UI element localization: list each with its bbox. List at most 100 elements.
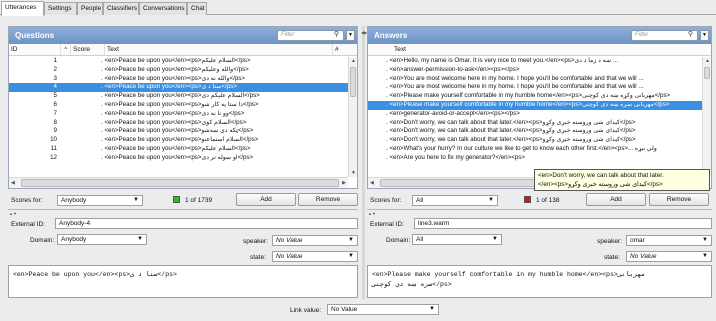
answers-text-line-2: سره ښه دی کوچنی</ps> [372, 281, 452, 288]
table-row[interactable]: . <en>Don't worry, we can talk about tha… [368, 136, 702, 145]
table-row[interactable]: . <en>You are most welcome here in my ho… [368, 75, 702, 84]
table-row[interactable]: 3 . <en>Peace be upon you</en><ps>والله ن… [9, 75, 348, 84]
questions-speaker-label: speaker: [243, 238, 268, 245]
scroll-up-arrow[interactable]: ▲ [705, 58, 710, 64]
questions-add-button[interactable]: Add [236, 193, 296, 206]
questions-speaker-select[interactable]: No Value ▼ [272, 235, 358, 246]
answers-external-id-field[interactable]: line3.warm [414, 218, 712, 229]
questions-domain-select[interactable]: Anybody ▼ [57, 234, 147, 245]
table-row[interactable]: 1 . <en>Peace be upon you</en><ps>السلام … [9, 57, 348, 66]
answers-domain-value: All [416, 236, 424, 243]
table-row[interactable]: . <en>Please make yourself comfortable i… [368, 92, 702, 101]
row-id: 3 [53, 74, 57, 82]
row-id: 8 [53, 118, 57, 126]
pane-splitter[interactable] [362, 26, 365, 299]
questions-text-value: <en>Peace be upon you</en><ps>ستا د ی</p… [13, 271, 177, 278]
questions-state-value: No Value [276, 253, 303, 260]
table-row[interactable]: . <en>Don't worry, we can talk about tha… [368, 119, 702, 128]
questions-vertical-scrollbar[interactable]: ▲ ▼ [348, 57, 357, 177]
table-row[interactable]: 6 . <en>Peace be upon you</en><ps>دا ستا … [9, 101, 348, 110]
scroll-left-arrow[interactable]: ◀ [370, 180, 374, 186]
table-row[interactable]: 11 . <en>Peace be upon you</en><ps>السلام… [9, 145, 348, 154]
chevron-down-icon[interactable]: ▼ [346, 30, 355, 41]
column-score[interactable]: Score [71, 44, 105, 55]
column-sort[interactable]: ⌃ [61, 44, 71, 55]
tab-settings[interactable]: Settings [44, 2, 77, 15]
row-text: . <en>Peace be upon you</en><ps>السلام ا… [101, 136, 259, 144]
row-text: . <en>Peace be upon you</en><ps>السلام ک… [101, 118, 247, 126]
search-icon[interactable]: ⚲ [685, 30, 696, 41]
table-row[interactable]: 2 . <en>Peace be upon you</en><ps>والله و… [9, 66, 348, 75]
answers-add-button[interactable]: Add [586, 193, 646, 206]
answers-domain-select[interactable]: All ▼ [412, 234, 502, 245]
table-row[interactable]: . <en>Please make yourself comfortable i… [368, 101, 702, 110]
answers-external-id-label: External ID: [370, 221, 404, 228]
questions-remove-button[interactable]: Remove [298, 193, 358, 206]
table-row[interactable]: 7 . <en>Peace be upon you</en><ps>وو تا ن… [9, 110, 348, 119]
table-row[interactable]: . <en>What's your hurry? In our culture … [368, 145, 702, 154]
questions-scores-for-select[interactable]: Anybody ▼ [57, 195, 143, 206]
column-count[interactable]: # [333, 44, 357, 55]
table-row[interactable]: . <en>Are you here to fix my generator?<… [368, 154, 702, 163]
tab-chat[interactable]: Chat [187, 2, 207, 15]
row-id: 4 [53, 83, 57, 91]
answers-scores-for-select[interactable]: All ▼ [412, 195, 498, 206]
answers-vertical-scrollbar[interactable]: ▲ ▼ [702, 57, 711, 177]
row-text: . <en>Are you here to fix my generator?<… [386, 153, 525, 161]
scroll-thumb[interactable] [21, 179, 339, 187]
questions-horizontal-scrollbar[interactable]: ◀ ▶ [9, 177, 348, 188]
table-row[interactable]: 9 . <en>Peace be upon you</en><ps>ټکه دی … [9, 127, 348, 136]
tab-classifiers[interactable]: Classifiers [103, 2, 139, 15]
scroll-left-arrow[interactable]: ◀ [11, 180, 15, 186]
answers-text-area[interactable]: <en>Please make yourself comfortable in … [367, 265, 712, 298]
row-text: . <en>answer-permission-to-ask</en><ps><… [386, 65, 520, 73]
questions-text-area[interactable]: <en>Peace be upon you</en><ps>ستا د ی</p… [8, 265, 358, 298]
answers-speaker-select[interactable]: omar ▼ [626, 235, 712, 246]
column-text[interactable]: Text [368, 44, 703, 55]
table-row[interactable]: . <en>Hello, my name is Omar. It is very… [368, 57, 702, 66]
splitter-grip-icon[interactable]: ▲▼ [9, 211, 17, 216]
table-row[interactable]: . <en>You are most welcome here in my ho… [368, 83, 702, 92]
answers-scores-for-value: All [416, 197, 424, 204]
table-row[interactable]: 5 . <en>Peace be upon you</en><ps>السلام … [9, 92, 348, 101]
answers-list: . <en>Hello, my name is Omar. It is very… [368, 57, 702, 177]
questions-column-header: ID ⌃ Score Text # [9, 44, 357, 56]
scroll-down-arrow[interactable]: ▼ [351, 170, 356, 176]
table-row[interactable]: . <en>generator-avoid-or-accept</en><ps>… [368, 110, 702, 119]
questions-external-id-field[interactable]: Anybody-4 [55, 218, 358, 229]
link-value-label: Link value: [290, 307, 322, 314]
scroll-thumb[interactable] [704, 67, 710, 79]
answers-state-label: state: [604, 254, 620, 261]
table-row[interactable]: . <en>Don't worry, we can talk about tha… [368, 127, 702, 136]
table-row[interactable]: 4 . <en>Peace be upon you</en><ps>ستا د ی… [9, 83, 348, 93]
scroll-right-arrow[interactable]: ▶ [342, 180, 346, 186]
row-id: 12 [50, 153, 57, 161]
questions-title: Questions [15, 31, 55, 40]
tab-utterances[interactable]: Utterances [1, 1, 44, 16]
scroll-up-arrow[interactable]: ▲ [351, 58, 356, 64]
row-text: . <en>Peace be upon you</en><ps>السلام ع… [101, 92, 260, 100]
table-row[interactable]: 10 . <en>Peace be upon you</en><ps>السلام… [9, 136, 348, 145]
row-text: . <en>Don't worry, we can talk about tha… [386, 127, 636, 135]
answers-domain-label: Domain: [386, 237, 411, 244]
link-value-select[interactable]: No Value ▼ [327, 304, 439, 315]
tab-people[interactable]: People [77, 2, 103, 15]
column-text[interactable]: Text [105, 44, 333, 55]
table-row[interactable]: . <en>answer-permission-to-ask</en><ps><… [368, 66, 702, 75]
chevron-down-icon: ▼ [348, 237, 354, 243]
chevron-down-icon[interactable]: ▼ [700, 30, 709, 41]
questions-pane: Questions Filter ⚲ ▼ ID ⌃ Score Text # 1… [8, 26, 358, 189]
table-row[interactable]: 12 . <en>Peace be upon you</en><ps>او سول… [9, 154, 348, 163]
scroll-thumb[interactable] [350, 67, 356, 97]
table-row[interactable]: 8 . <en>Peace be upon you</en><ps>السلام … [9, 119, 348, 128]
answers-remove-button[interactable]: Remove [649, 193, 709, 206]
search-icon[interactable]: ⚲ [331, 30, 342, 41]
questions-list: 1 . <en>Peace be upon you</en><ps>السلام … [9, 57, 348, 177]
splitter-grip-icon[interactable]: ▲▼ [368, 211, 376, 216]
tab-conversations[interactable]: Conversations [139, 2, 187, 15]
row-text: . <en>Peace be upon you</en><ps>وو تا نه… [101, 109, 245, 117]
column-id[interactable]: ID [9, 44, 61, 55]
answers-state-select[interactable]: No Value ▼ [626, 251, 712, 262]
questions-state-select[interactable]: No Value ▼ [272, 251, 358, 262]
questions-scores-for-value: Anybody [61, 197, 87, 204]
